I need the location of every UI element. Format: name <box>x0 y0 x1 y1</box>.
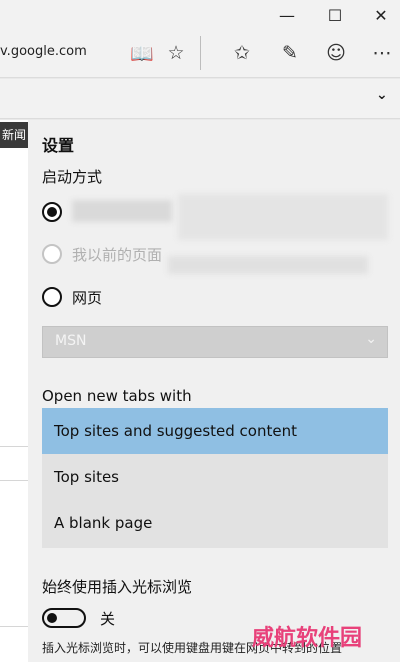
select-value: MSN <box>55 333 87 349</box>
address-bar: v.google.com 📖 ☆ ✩ ✎ ☺ ⋯ <box>0 30 400 78</box>
watermark: 威航软件园 <box>252 626 363 651</box>
web-page: 新闻 <box>0 120 28 662</box>
toggle-knob <box>47 613 57 623</box>
startup-option-3-label: 网页 <box>72 289 103 307</box>
toggle-state-label: 关 <box>100 610 116 628</box>
web-note-icon[interactable]: ✎ <box>277 40 303 66</box>
chevron-down-icon[interactable]: ⌄ <box>376 87 388 103</box>
toolbar-divider <box>200 36 201 70</box>
blurred-text <box>178 194 388 240</box>
caret-browsing-heading: 始终使用插入光标浏览 <box>42 578 193 596</box>
startup-option-2-label: 我以前的页面 <box>72 246 163 264</box>
caret-browsing-toggle[interactable] <box>42 608 86 628</box>
startup-radio-2[interactable] <box>42 244 62 264</box>
blurred-text <box>72 200 172 222</box>
new-tabs-heading: Open new tabs with <box>42 387 192 405</box>
startup-radio-1[interactable] <box>42 202 62 222</box>
new-tabs-option[interactable]: A blank page <box>42 500 388 546</box>
maximize-icon: ☐ <box>327 5 343 25</box>
feedback-icon[interactable]: ☺ <box>323 40 349 66</box>
url-field[interactable]: v.google.com <box>0 44 87 59</box>
maximize-button[interactable]: ☐ <box>314 0 356 30</box>
startup-heading: 启动方式 <box>42 168 103 186</box>
startup-page-select[interactable]: MSN ⌄ <box>42 326 388 358</box>
divider <box>0 480 28 481</box>
favorites-bar: ⌄ <box>0 79 400 119</box>
blurred-text <box>168 256 368 274</box>
favorite-star-icon[interactable]: ☆ <box>163 40 189 66</box>
title-bar: — ☐ ✕ <box>0 0 400 30</box>
minimize-button[interactable]: — <box>266 0 308 30</box>
close-icon: ✕ <box>374 5 388 25</box>
settings-panel: 设置 启动方式 我以前的页面 网页 MSN ⌄ Open new tabs wi… <box>28 120 400 662</box>
new-tabs-option[interactable]: Top sites <box>42 454 388 500</box>
new-tabs-option[interactable]: Top sites and suggested content <box>42 408 388 454</box>
divider <box>0 626 28 627</box>
minimize-icon: — <box>279 5 295 25</box>
chevron-down-icon: ⌄ <box>365 331 377 347</box>
reading-view-icon[interactable]: 📖 <box>129 40 155 66</box>
new-tabs-list: Top sites and suggested content Top site… <box>42 408 388 548</box>
news-tab[interactable]: 新闻 <box>0 122 28 148</box>
favorites-hub-icon[interactable]: ✩ <box>229 40 255 66</box>
settings-title: 设置 <box>42 136 75 155</box>
close-button[interactable]: ✕ <box>360 0 400 30</box>
startup-radio-3[interactable] <box>42 287 62 307</box>
more-icon[interactable]: ⋯ <box>369 40 395 66</box>
divider <box>0 446 28 447</box>
